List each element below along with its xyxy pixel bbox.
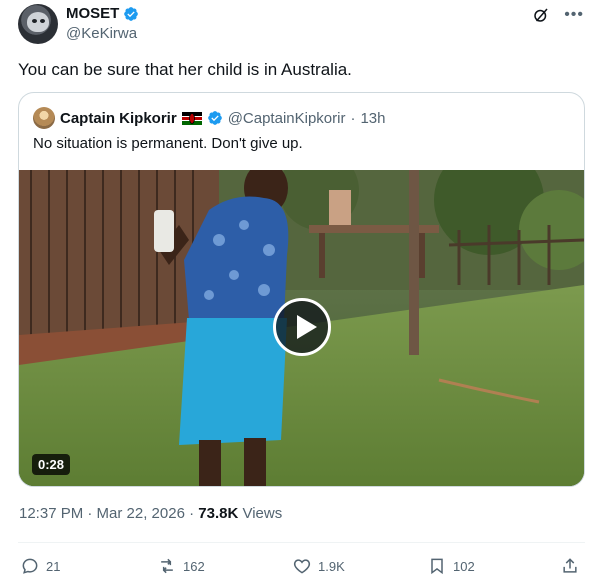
verified-icon (124, 6, 139, 21)
like-icon (293, 559, 311, 574)
video-player[interactable]: 0:28 (19, 170, 584, 486)
tweet-timestamp[interactable]: 12:37 PM · Mar 22, 2026 (19, 505, 185, 522)
quoted-display-name: Captain Kipkorir (60, 109, 177, 127)
quoted-header: Captain Kipkorir @CaptainKipkorir · 13h (33, 107, 386, 129)
like-count: 1.9K (318, 558, 345, 574)
reply-icon (22, 558, 38, 574)
views-count: 73.8K (198, 505, 239, 522)
meta-dot-separator: · (189, 505, 199, 522)
bookmark-count: 102 (453, 558, 475, 574)
video-duration: 0:28 (32, 454, 71, 475)
divider (18, 542, 585, 543)
author-display-name[interactable]: MOSET (66, 5, 119, 22)
avatar-eye (32, 19, 37, 23)
verified-icon (207, 111, 222, 125)
tweet-meta: 12:37 PM · Mar 22, 2026 · 73.8K Views (19, 505, 282, 522)
flag-icon (181, 111, 202, 125)
share-icon (563, 558, 577, 573)
quoted-avatar (33, 107, 55, 129)
reply-count: 21 (46, 558, 61, 574)
repost-icon (161, 558, 173, 574)
quoted-dot-separator: · (350, 109, 356, 127)
quoted-text: No situation is permanent. Don't give up… (33, 135, 303, 152)
author-avatar[interactable] (18, 4, 58, 44)
play-icon[interactable] (273, 298, 331, 356)
author-handle[interactable]: @KeKirwa (66, 25, 137, 42)
avatar-eye (40, 19, 45, 23)
reply-button[interactable]: 21 (20, 556, 60, 576)
tweet-text: You can be sure that her child is in Aus… (18, 60, 352, 79)
like-button[interactable]: 1.9K (292, 556, 345, 576)
bookmark-button[interactable]: 102 (427, 556, 475, 576)
repost-button[interactable]: 162 (157, 556, 205, 576)
quoted-age: 13h (360, 109, 386, 127)
tweet-header: MOSET @KeKirwa ••• (18, 4, 588, 46)
quoted-handle: @CaptainKipkorir (227, 109, 346, 127)
quoted-tweet[interactable]: Captain Kipkorir @CaptainKipkorir · 13h … (18, 92, 585, 487)
grok-icon[interactable] (532, 6, 550, 24)
action-bar: 21 162 1.9K 102 (20, 556, 585, 578)
author-name-line: MOSET (66, 5, 139, 22)
header-actions: ••• (532, 6, 584, 24)
more-icon[interactable]: ••• (564, 7, 584, 23)
views-label: Views (242, 505, 283, 522)
avatar-face (27, 12, 49, 32)
bookmark-icon (431, 558, 443, 575)
repost-count: 162 (183, 558, 205, 574)
share-button[interactable] (560, 556, 580, 576)
